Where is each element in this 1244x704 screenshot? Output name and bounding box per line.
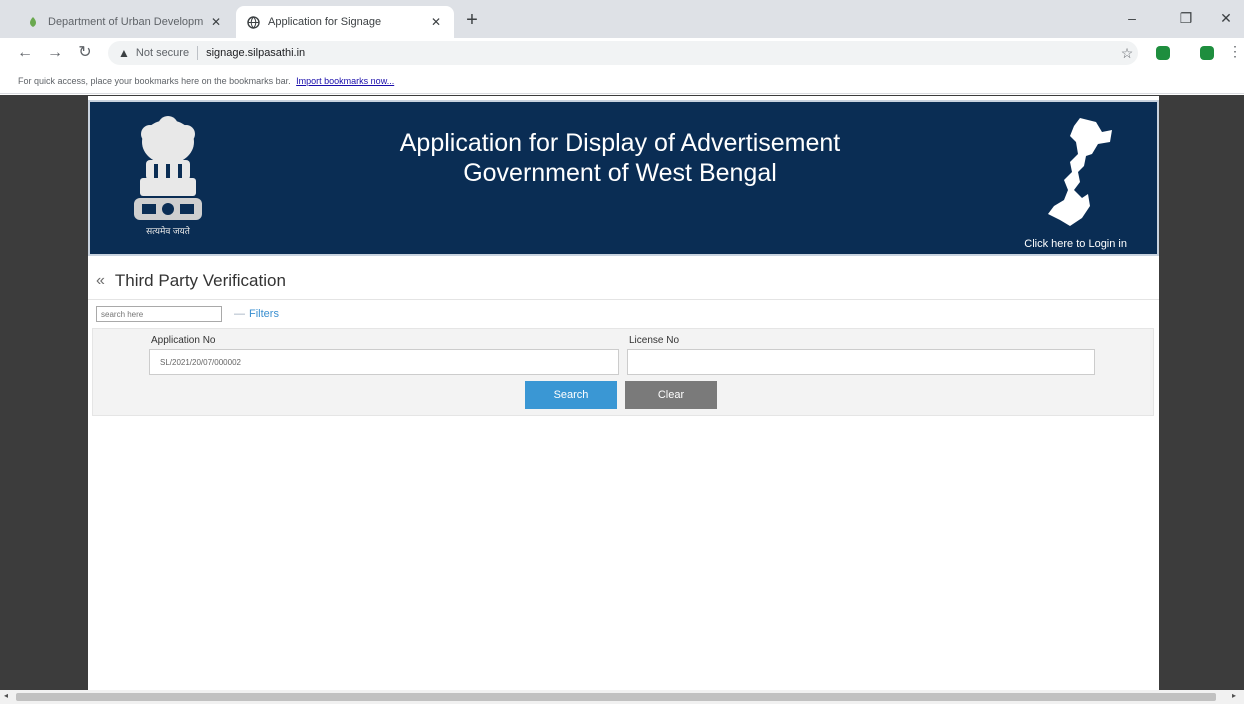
bookmark-star-icon[interactable]: ☆ (1118, 44, 1136, 62)
search-button[interactable]: Search (525, 381, 617, 409)
reload-icon[interactable]: ↻ (74, 42, 96, 64)
scrollbar-thumb[interactable] (16, 693, 1216, 701)
page-content: सत्यमेव जयते Application for Display of … (88, 96, 1159, 690)
tab-title: Department of Urban Developm (48, 16, 204, 28)
filters-toggle[interactable]: — Filters (234, 308, 279, 320)
login-link[interactable]: Click here to Login in (1024, 238, 1127, 250)
back-arrow-icon[interactable]: ← (14, 42, 36, 64)
browser-tab-signage[interactable]: Application for Signage ✕ (236, 6, 454, 38)
page-header: « Third Party Verification (88, 262, 1159, 300)
url-text: signage.silpasathi.in (206, 47, 306, 59)
scroll-left-icon[interactable]: ◂ (4, 691, 8, 700)
browser-tab-strip: Department of Urban Developm ✕ Applicati… (0, 0, 1244, 38)
west-bengal-map-icon (1040, 114, 1120, 232)
tab-title: Application for Signage (268, 16, 382, 28)
shield-extension-icon[interactable] (1156, 46, 1170, 60)
horizontal-scrollbar[interactable]: ◂ ▸ (0, 690, 1244, 704)
close-tab-icon[interactable]: ✕ (208, 15, 224, 29)
header-banner: सत्यमेव जयते Application for Display of … (88, 100, 1159, 256)
globe-favicon-icon (246, 15, 260, 29)
ashoka-emblem-icon: सत्यमेव जयते (128, 112, 208, 236)
search-input[interactable] (96, 306, 222, 322)
banner-title-line1: Application for Display of Advertisement (399, 129, 841, 157)
import-bookmarks-link[interactable]: Import bookmarks now... (296, 76, 394, 86)
warning-triangle-icon: ▲ (118, 46, 130, 60)
bookmarks-bar-message: For quick access, place your bookmarks h… (18, 76, 291, 86)
filter-panel: Application No License No Search Clear (92, 328, 1154, 416)
minimize-window-button[interactable]: – (1114, 6, 1150, 30)
browser-toolbar: ← → ↻ ▲ Not secure signage.silpasathi.in… (0, 38, 1244, 68)
filters-dash: — (234, 308, 245, 320)
application-no-field[interactable] (149, 349, 619, 375)
not-secure-label: Not secure (135, 47, 190, 59)
forward-arrow-icon[interactable]: → (44, 42, 66, 64)
shield-extension-icon[interactable] (1200, 46, 1214, 60)
bookmarks-bar: For quick access, place your bookmarks h… (0, 68, 1244, 94)
double-chevron-left-icon[interactable]: « (96, 272, 105, 290)
leaf-favicon-icon (26, 15, 40, 29)
close-window-button[interactable]: ✕ (1208, 6, 1244, 30)
application-no-label: Application No (151, 335, 216, 346)
browser-menu-icon[interactable]: ⋮ (1228, 43, 1242, 60)
emblem-caption: सत्यमेव जयते (146, 226, 190, 236)
scroll-right-icon[interactable]: ▸ (1232, 691, 1236, 700)
banner-title-line2: Government of West Bengal (463, 159, 777, 187)
license-no-field[interactable] (627, 349, 1095, 375)
browser-tab-urban-development[interactable]: Department of Urban Developm ✕ (16, 6, 234, 38)
clear-button[interactable]: Clear (625, 381, 717, 409)
restore-window-button[interactable]: ❐ (1168, 6, 1204, 30)
banner-title: Application for Display of Advertisement… (310, 128, 930, 188)
license-no-label: License No (629, 335, 680, 346)
address-bar[interactable]: ▲ Not secure signage.silpasathi.in (108, 41, 1138, 65)
new-tab-button[interactable]: + (460, 9, 484, 33)
filters-label: Filters (249, 308, 279, 320)
close-tab-icon[interactable]: ✕ (428, 15, 444, 29)
address-divider (197, 46, 199, 60)
page-title: Third Party Verification (114, 270, 286, 290)
